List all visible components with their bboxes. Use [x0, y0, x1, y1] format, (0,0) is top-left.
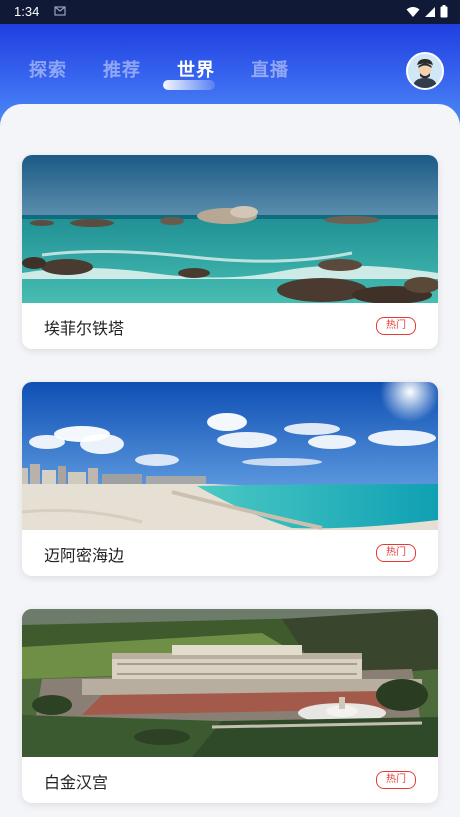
avatar[interactable] [406, 52, 444, 90]
wifi-icon [406, 6, 420, 17]
buckingham-palace-photo [22, 609, 438, 757]
content-area: 埃菲尔铁塔 热门 迈阿密海边 热门 白金汉宫 热门 [0, 104, 460, 817]
hot-badge: 热门 [376, 771, 416, 789]
beach-rocks-photo [22, 155, 438, 303]
hot-badge: 热门 [376, 317, 416, 335]
status-time: 1:34 [14, 4, 40, 19]
miami-beach-photo [22, 382, 438, 530]
destination-card[interactable]: 白金汉宫 热门 [22, 609, 438, 803]
tab-explore[interactable]: 探索 [29, 56, 67, 82]
status-bar: 1:34 [0, 0, 460, 24]
notification-icon [54, 6, 66, 16]
active-tab-indicator [163, 80, 215, 90]
battery-icon [440, 5, 448, 18]
tab-world[interactable]: 世界 [177, 56, 215, 82]
tab-bar: 探索 推荐 世界 直播 [0, 56, 360, 96]
hot-badge: 热门 [376, 544, 416, 562]
destination-card[interactable]: 埃菲尔铁塔 热门 [22, 155, 438, 349]
destination-card[interactable]: 迈阿密海边 热门 [22, 382, 438, 576]
card-title: 白金汉宫 [44, 773, 109, 792]
user-avatar-icon [408, 54, 442, 88]
card-title: 埃菲尔铁塔 [44, 319, 125, 338]
tab-live[interactable]: 直播 [251, 56, 289, 82]
tab-recommend[interactable]: 推荐 [103, 56, 141, 82]
cellular-signal-icon [425, 6, 435, 17]
card-title: 迈阿密海边 [44, 546, 125, 565]
